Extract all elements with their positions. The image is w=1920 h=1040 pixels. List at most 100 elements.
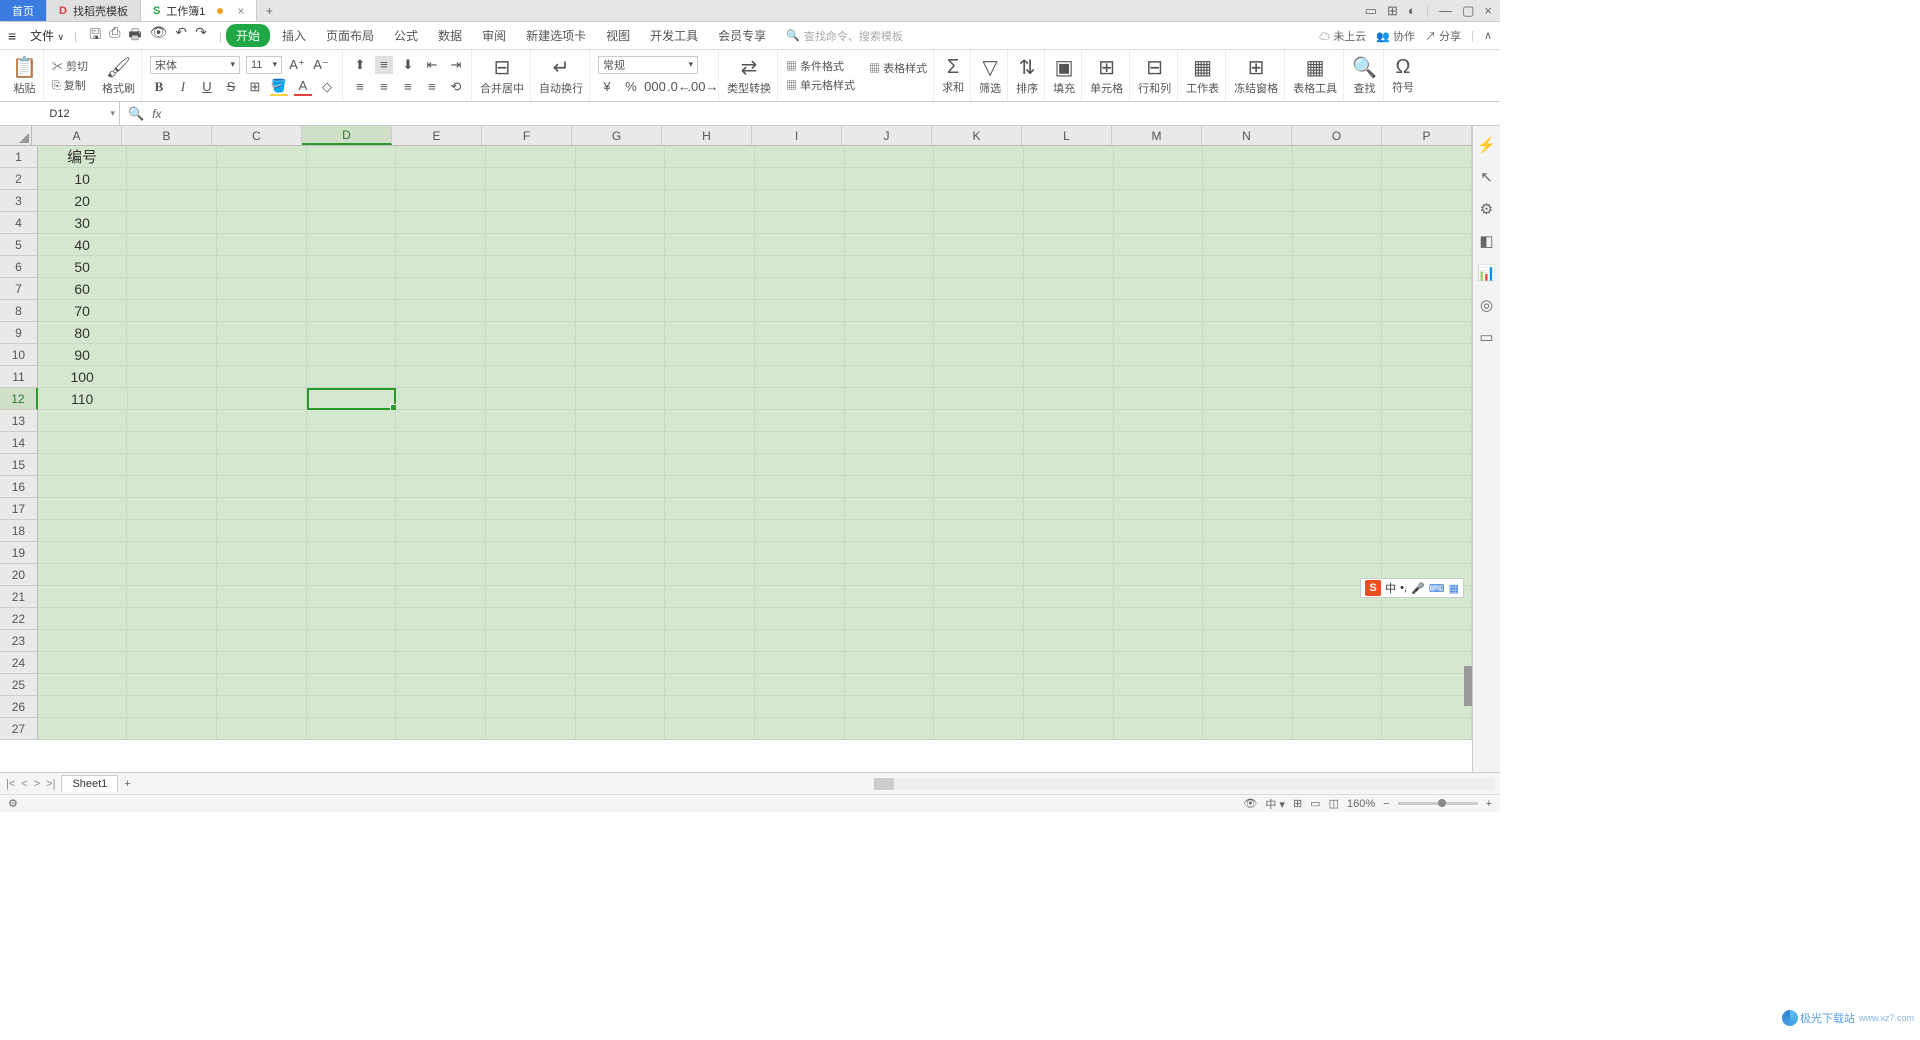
row-header[interactable]: 4 [0,212,38,234]
cell[interactable] [845,366,935,388]
cell[interactable] [486,696,576,718]
tab-custom[interactable]: 新建选项卡 [518,23,594,48]
cell[interactable] [576,278,666,300]
cell[interactable] [1382,256,1472,278]
cell[interactable] [755,696,845,718]
rowcol-icon[interactable]: ⊟ [1146,55,1163,80]
cell[interactable] [665,542,755,564]
cell[interactable] [1293,190,1383,212]
col-header-M[interactable]: M [1112,126,1202,145]
formula-input[interactable] [170,102,1500,125]
cell[interactable] [307,234,397,256]
col-header-B[interactable]: B [122,126,212,145]
rowcol-label[interactable]: 行和列 [1138,80,1171,96]
cell[interactable] [396,256,486,278]
align-middle-icon[interactable]: ≡ [375,56,393,74]
cell[interactable] [127,322,217,344]
col-header-H[interactable]: H [662,126,752,145]
cell[interactable] [1382,300,1472,322]
ime-punct-icon[interactable]: •, [1400,582,1407,594]
cell[interactable] [217,190,307,212]
cell[interactable] [576,234,666,256]
cell[interactable] [307,608,397,630]
cell[interactable] [1024,212,1114,234]
sheet-nav-first[interactable]: |< [6,778,15,790]
cell[interactable] [396,454,486,476]
cell[interactable] [486,146,576,168]
cell[interactable] [217,542,307,564]
cell[interactable] [1114,300,1204,322]
cell[interactable] [486,212,576,234]
minimize-icon[interactable]: — [1439,3,1452,18]
cell[interactable] [1382,344,1472,366]
cell[interactable] [1114,564,1204,586]
row-header[interactable]: 6 [0,256,38,278]
cell[interactable] [845,344,935,366]
cell[interactable] [934,630,1024,652]
cell[interactable] [1114,388,1204,410]
cell[interactable] [307,410,397,432]
cell[interactable] [845,278,935,300]
cell[interactable] [576,168,666,190]
cell[interactable] [486,476,576,498]
tab-home[interactable]: 首页 [0,0,47,21]
cell[interactable] [755,388,845,410]
indent-dec-icon[interactable]: ⇤ [423,56,441,74]
cell[interactable] [486,586,576,608]
cell[interactable] [755,300,845,322]
cell[interactable] [665,212,755,234]
cell[interactable] [38,498,128,520]
worksheet-icon[interactable]: ▦ [1193,55,1212,80]
format-painter-icon[interactable]: 🖌 [106,55,131,80]
cell[interactable] [307,256,397,278]
lang-icon[interactable]: 中 ▾ [1265,796,1285,812]
cell[interactable] [934,432,1024,454]
cell[interactable] [934,146,1024,168]
bold-button[interactable]: B [150,78,168,96]
cell[interactable] [845,256,935,278]
align-right-icon[interactable]: ≡ [399,78,417,96]
cell[interactable] [396,322,486,344]
cell[interactable] [934,608,1024,630]
cell[interactable] [1293,234,1383,256]
cell[interactable] [38,652,128,674]
freeze-icon[interactable]: ⊞ [1248,55,1265,80]
tab-data[interactable]: 数据 [430,23,470,48]
row-header[interactable]: 14 [0,432,38,454]
sort-label[interactable]: 排序 [1016,80,1038,96]
cell[interactable] [845,168,935,190]
cell[interactable] [217,146,307,168]
number-format-select[interactable]: 常规▾ [598,56,698,74]
table-tool-label[interactable]: 表格工具 [1293,80,1337,96]
cell[interactable] [217,344,307,366]
cell[interactable] [1114,520,1204,542]
row-header[interactable]: 22 [0,608,38,630]
undo-icon[interactable]: ↶ [175,24,187,48]
cell[interactable] [1293,388,1383,410]
tab-templates[interactable]: D 找稻壳模板 [47,0,141,21]
cell[interactable] [217,256,307,278]
cell[interactable] [934,300,1024,322]
cell[interactable] [845,432,935,454]
zoom-level[interactable]: 160% [1347,798,1375,810]
row-header[interactable]: 1 [0,146,38,168]
cell[interactable] [217,454,307,476]
cell[interactable] [755,212,845,234]
cell[interactable] [845,586,935,608]
cell[interactable] [127,564,217,586]
dec-inc-icon[interactable]: .0← [670,78,688,96]
cell[interactable] [127,146,217,168]
cell[interactable] [217,520,307,542]
cell[interactable] [1293,608,1383,630]
cell[interactable] [934,278,1024,300]
command-search[interactable]: 🔍 查找命令、搜索模板 [786,28,903,44]
cell[interactable] [755,520,845,542]
cell[interactable] [127,542,217,564]
cell[interactable] [934,520,1024,542]
cell[interactable] [1203,608,1293,630]
tab-workbook[interactable]: S 工作簿1 × [141,0,257,21]
col-header-F[interactable]: F [482,126,572,145]
cell[interactable] [1114,278,1204,300]
col-header-E[interactable]: E [392,126,482,145]
cell[interactable] [845,322,935,344]
